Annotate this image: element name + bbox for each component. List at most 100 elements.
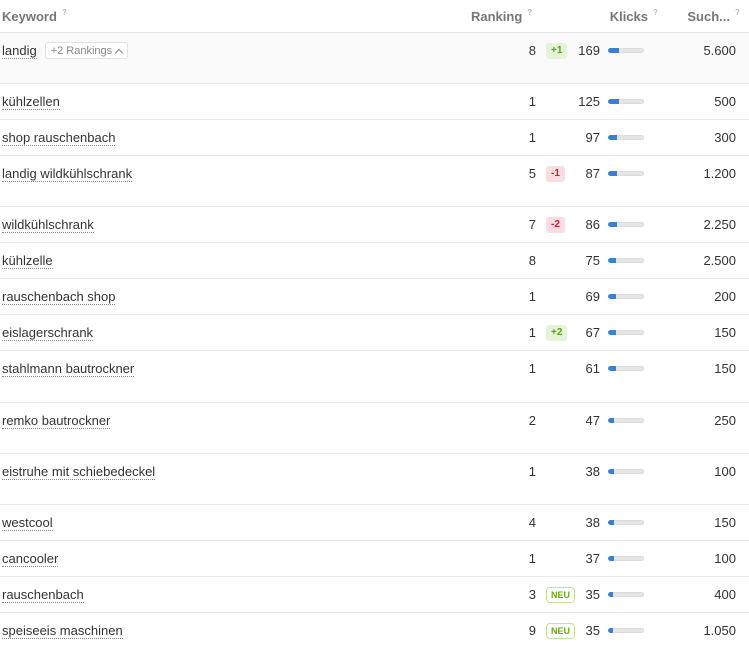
clicks-value: 97: [585, 130, 600, 145]
search-volume-cell: 500: [664, 84, 749, 119]
clicks-value: 38: [585, 464, 600, 479]
keyword-link[interactable]: landig: [2, 43, 37, 59]
keyword-link[interactable]: remko bautrockner: [2, 413, 111, 429]
ranking-value: 5: [528, 166, 536, 181]
keyword-link[interactable]: wildkühlschrank: [2, 217, 94, 233]
column-header-clicks-label: Klicks: [609, 8, 648, 24]
ranking-change: -2: [546, 207, 565, 242]
search-volume-cell: 2.250: [664, 207, 749, 242]
search-volume-value: 100: [714, 551, 736, 566]
ranking-cell: 1: [440, 351, 540, 386]
clicks-value: 38: [585, 515, 600, 530]
column-header-ranking[interactable]: Ranking ?: [440, 9, 540, 24]
search-volume-value: 150: [714, 361, 736, 376]
keyword-cell: stahlmann bautrockner: [0, 351, 440, 386]
ranking-cell: 1: [440, 279, 540, 314]
ranking-value: 1: [528, 289, 536, 304]
ranking-change: -1: [546, 156, 565, 191]
keyword-cell: speiseeis maschinen: [0, 613, 440, 646]
clicks-value: 69: [585, 289, 600, 304]
help-icon[interactable]: ?: [735, 9, 742, 17]
keyword-link[interactable]: rauschenbach: [2, 587, 84, 603]
clicks-bar: [608, 592, 644, 597]
column-header-keyword-label: Keyword: [2, 8, 57, 24]
clicks-cell: 61: [540, 351, 664, 386]
search-volume-cell: 200: [664, 279, 749, 314]
keyword-link[interactable]: stahlmann bautrockner: [2, 361, 135, 377]
keyword-cell: remko bautrockner: [0, 403, 440, 438]
clicks-bar-fill: [608, 99, 619, 104]
column-header-clicks[interactable]: Klicks ?: [540, 9, 664, 24]
keyword-link[interactable]: cancooler: [2, 551, 59, 567]
keyword-link[interactable]: landig wildkühlschrank: [2, 166, 133, 182]
help-icon[interactable]: ?: [62, 9, 69, 17]
keyword-link[interactable]: kühlzelle: [2, 253, 53, 269]
keyword-link[interactable]: kühlzellen: [2, 94, 60, 110]
clicks-cell: 97: [540, 120, 664, 155]
search-volume-cell: 150: [664, 505, 749, 540]
ranking-change-badge: -1: [546, 165, 565, 182]
column-header-keyword[interactable]: Keyword ?: [0, 9, 440, 24]
ranking-change-badge: NEU: [546, 622, 576, 639]
clicks-value: 37: [585, 551, 600, 566]
column-header-search-label: Such...: [687, 8, 730, 24]
help-icon[interactable]: ?: [653, 9, 660, 17]
keyword-table: Keyword ? Ranking ? Klicks ? Such... ? l…: [0, 0, 749, 646]
table-row: rauschenbach shop 1 69 200: [0, 279, 749, 315]
keyword-cell: westcool: [0, 505, 440, 540]
ranking-cell: 4: [440, 505, 540, 540]
clicks-cell: 38: [540, 505, 664, 540]
keyword-link[interactable]: eistruhe mit schiebedeckel: [2, 464, 156, 480]
ranking-value: 8: [528, 43, 536, 58]
clicks-cell: 75: [540, 243, 664, 278]
keyword-link[interactable]: rauschenbach shop: [2, 289, 116, 305]
search-volume-cell: 100: [664, 454, 749, 489]
more-rankings-toggle[interactable]: +2 Rankings: [44, 42, 129, 59]
help-icon[interactable]: ?: [527, 9, 534, 17]
keyword-cell: rauschenbach shop: [0, 279, 440, 314]
clicks-bar: [608, 99, 644, 104]
ranking-value: 1: [528, 325, 536, 340]
ranking-cell: 5 -1: [440, 156, 565, 191]
clicks-bar-fill: [608, 418, 615, 423]
table-body: landig +2 Rankings 8 +1 169 5.600 kühlze…: [0, 33, 749, 646]
keyword-link[interactable]: speiseeis maschinen: [2, 623, 123, 639]
keyword-cell: landig +2 Rankings: [0, 33, 440, 68]
column-header-search-volume[interactable]: Such... ?: [664, 9, 749, 24]
clicks-bar-fill: [608, 48, 619, 53]
ranking-change-badge: +2: [546, 324, 568, 341]
table-row: kühlzelle 8 75 2.500: [0, 243, 749, 279]
table-row: remko bautrockner 2 47 250: [0, 403, 749, 454]
clicks-bar-fill: [608, 469, 614, 474]
ranking-value: 7: [528, 217, 536, 232]
clicks-bar: [608, 366, 644, 371]
search-volume-value: 1.200: [703, 166, 736, 181]
clicks-bar-fill: [608, 135, 618, 140]
clicks-bar-fill: [608, 628, 614, 633]
table-row: wildkühlschrank 7 -2 86 2.250: [0, 207, 749, 243]
table-row: westcool 4 38 150: [0, 505, 749, 541]
search-volume-cell: 150: [664, 351, 749, 386]
keyword-cell: eistruhe mit schiebedeckel: [0, 454, 440, 489]
keyword-link[interactable]: shop rauschenbach: [2, 130, 116, 146]
table-row: stahlmann bautrockner 1 61 150: [0, 351, 749, 403]
clicks-bar: [608, 222, 644, 227]
ranking-cell: 1: [440, 120, 540, 155]
keyword-cell: eislagerschrank: [0, 315, 440, 350]
ranking-change: +2: [546, 315, 568, 350]
column-header-ranking-label: Ranking: [471, 8, 523, 24]
ranking-value: 1: [528, 464, 536, 479]
clicks-bar-fill: [608, 592, 614, 597]
clicks-value: 47: [585, 413, 600, 428]
clicks-bar-fill: [608, 520, 614, 525]
clicks-cell: 69: [540, 279, 664, 314]
search-volume-cell: 150: [664, 315, 749, 350]
search-volume-value: 5.600: [703, 43, 736, 58]
keyword-link[interactable]: eislagerschrank: [2, 325, 94, 341]
search-volume-value: 300: [714, 130, 736, 145]
search-volume-value: 2.500: [703, 253, 736, 268]
keyword-link[interactable]: westcool: [2, 515, 53, 531]
clicks-bar-fill: [608, 222, 617, 227]
table-row: speiseeis maschinen 9 NEU 35 1.050: [0, 613, 749, 646]
clicks-bar: [608, 258, 644, 263]
